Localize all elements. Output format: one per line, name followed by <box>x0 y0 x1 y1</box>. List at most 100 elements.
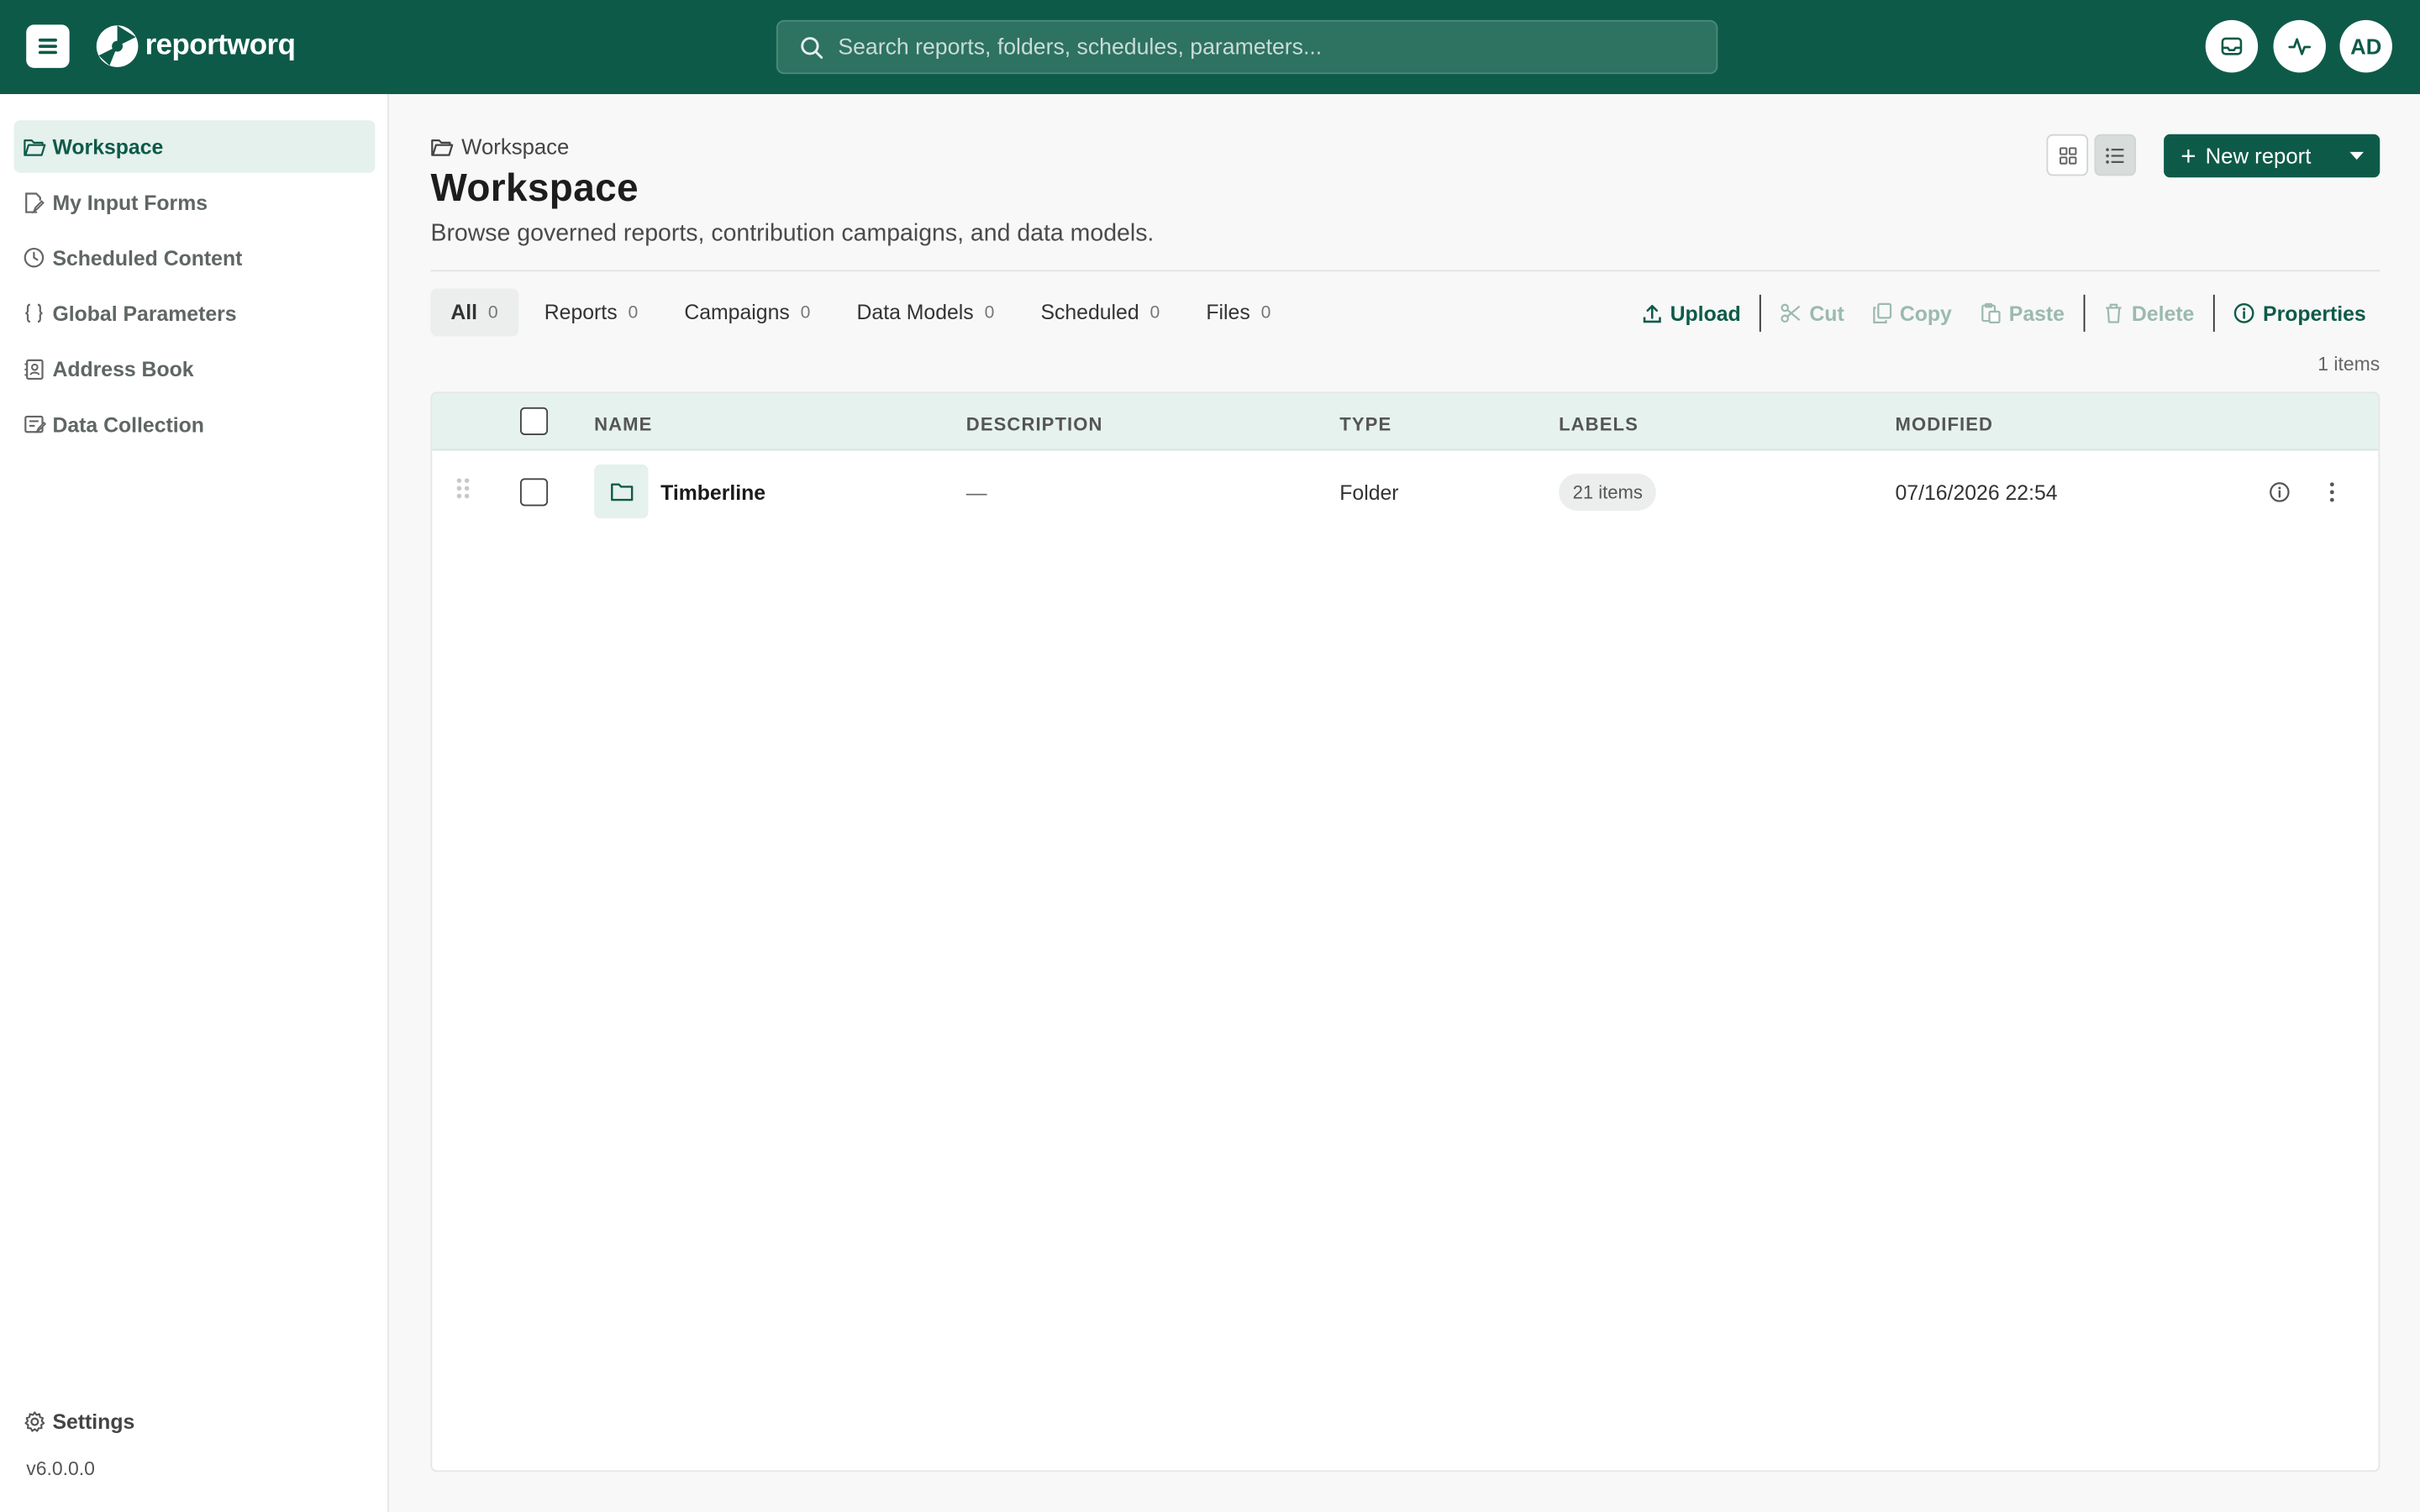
file-actions-toolbar: Upload Cut Copy Paste Delete Properties <box>1628 291 2380 334</box>
main-content: Workspace Workspace Browse governed repo… <box>430 94 2381 1512</box>
page-title: Workspace <box>430 166 639 210</box>
breadcrumb: Workspace <box>430 134 569 159</box>
tab-label: Reports <box>544 301 618 324</box>
top-bar: reportworq AD <box>0 0 2420 95</box>
tab-count: 0 <box>800 302 811 322</box>
user-avatar-button[interactable]: AD <box>2339 19 2392 73</box>
global-search[interactable] <box>776 19 1718 75</box>
new-report-label: New report <box>2205 143 2312 169</box>
cut-label: Cut <box>1809 302 1844 325</box>
tab-count: 0 <box>1150 302 1160 322</box>
page-subtitle: Browse governed reports, contribution ca… <box>430 220 1155 247</box>
tab-scheduled[interactable]: Scheduled 0 <box>1021 288 1181 336</box>
upload-icon <box>1643 303 1663 323</box>
items-table: NAME DESCRIPTION TYPE LABELS MODIFIED Ti… <box>430 391 2381 1473</box>
row-type: Folder <box>1339 481 1399 505</box>
drag-handle-icon[interactable] <box>456 478 472 502</box>
table-header: NAME DESCRIPTION TYPE LABELS MODIFIED <box>432 393 2379 451</box>
paste-icon <box>1980 302 2002 324</box>
column-header-modified[interactable]: MODIFIED <box>1896 413 1994 435</box>
tab-count: 0 <box>1260 302 1271 322</box>
sidebar-item-settings[interactable]: Settings <box>14 1394 376 1446</box>
folder-icon <box>594 464 649 519</box>
brand-logo[interactable]: reportworq <box>94 24 296 70</box>
tab-all[interactable]: All 0 <box>430 288 518 337</box>
paste-label: Paste <box>2008 302 2065 325</box>
search-input[interactable] <box>838 34 1672 60</box>
row-checkbox[interactable] <box>519 478 549 507</box>
row-info-button[interactable] <box>2265 478 2293 506</box>
activity-pulse-icon <box>2288 38 2312 55</box>
copy-button[interactable]: Copy <box>1858 302 1965 325</box>
scissors-icon <box>1781 302 1802 324</box>
column-header-name[interactable]: NAME <box>594 413 652 435</box>
copy-label: Copy <box>1899 302 1952 325</box>
tab-count: 0 <box>984 302 995 322</box>
tab-data-models[interactable]: Data Models 0 <box>837 288 1015 336</box>
sidebar-item-my-input-forms[interactable]: My Input Forms <box>14 176 376 228</box>
row-name[interactable]: Timberline <box>660 481 765 505</box>
clock-icon <box>22 245 46 270</box>
inbox-button[interactable] <box>2205 19 2259 73</box>
sidebar-item-label: Workspace <box>52 134 164 159</box>
new-report-dropdown-button[interactable] <box>2333 134 2380 177</box>
delete-button[interactable]: Delete <box>2090 302 2208 325</box>
row-more-button[interactable] <box>2318 478 2346 506</box>
grid-view-button[interactable] <box>2046 134 2089 176</box>
header-divider <box>430 270 2381 272</box>
folder-open-icon <box>22 134 46 159</box>
tab-files[interactable]: Files 0 <box>1186 288 1292 336</box>
inbox-icon <box>2221 37 2243 55</box>
sidebar-item-data-collection[interactable]: Data Collection <box>14 398 376 450</box>
breadcrumb-item-workspace[interactable]: Workspace <box>461 134 569 159</box>
sidebar-item-global-parameters[interactable]: Global Parameters <box>14 287 376 339</box>
menu-icon <box>38 38 57 55</box>
sidebar-item-workspace[interactable]: Workspace <box>13 120 376 173</box>
content-tabs: All 0 Reports 0 Campaigns 0 Data Models … <box>430 288 1297 337</box>
app-version: v6.0.0.0 <box>26 1457 95 1480</box>
items-count: 1 items <box>2317 353 2381 375</box>
gear-icon <box>22 1409 46 1433</box>
caret-down-icon <box>2349 151 2364 160</box>
column-header-description[interactable]: DESCRIPTION <box>966 413 1103 435</box>
braces-icon <box>22 301 46 325</box>
sidebar-item-address-book[interactable]: Address Book <box>14 343 376 395</box>
paste-button[interactable]: Paste <box>1965 302 2078 325</box>
row-description: — <box>965 481 987 505</box>
list-icon <box>2106 147 2124 163</box>
edit-document-icon <box>22 190 46 214</box>
tab-reports[interactable]: Reports 0 <box>524 288 658 336</box>
tab-label: Files <box>1206 301 1250 324</box>
cut-button[interactable]: Cut <box>1766 302 1858 325</box>
hamburger-menu-button[interactable] <box>26 24 70 68</box>
info-icon <box>2233 302 2255 324</box>
sidebar-item-label: Settings <box>52 1409 135 1433</box>
column-header-type[interactable]: TYPE <box>1339 413 1392 435</box>
column-header-labels[interactable]: LABELS <box>1559 413 1639 435</box>
folder-open-icon <box>430 137 454 157</box>
new-report-button[interactable]: + New report <box>2164 134 2333 177</box>
contact-book-icon <box>22 356 46 381</box>
tab-label: All <box>450 301 478 324</box>
activity-button[interactable] <box>2273 19 2326 73</box>
table-row[interactable]: Timberline — Folder 21 items 07/16/2026 … <box>432 452 2378 533</box>
sidebar-item-label: Address Book <box>52 357 194 381</box>
upload-label: Upload <box>1670 302 1741 325</box>
upload-button[interactable]: Upload <box>1628 302 1754 325</box>
properties-button[interactable]: Properties <box>2220 302 2381 325</box>
tab-label: Scheduled <box>1040 301 1139 324</box>
search-icon <box>801 36 823 59</box>
toolbar-separator <box>2083 294 2086 332</box>
list-view-button[interactable] <box>2094 134 2137 176</box>
sidebar-item-label: Scheduled Content <box>52 245 243 270</box>
row-labels-chip[interactable]: 21 items <box>1559 473 1657 511</box>
tab-campaigns[interactable]: Campaigns 0 <box>664 288 830 336</box>
sidebar: Workspace My Input Forms Scheduled Conte… <box>0 94 389 1512</box>
select-all-checkbox[interactable] <box>519 407 549 435</box>
sidebar-item-scheduled-content[interactable]: Scheduled Content <box>14 232 376 284</box>
form-icon <box>22 412 46 436</box>
toolbar-separator <box>1759 294 1762 332</box>
properties-label: Properties <box>2263 302 2366 325</box>
trash-icon <box>2104 302 2124 324</box>
tab-label: Campaigns <box>684 301 790 324</box>
